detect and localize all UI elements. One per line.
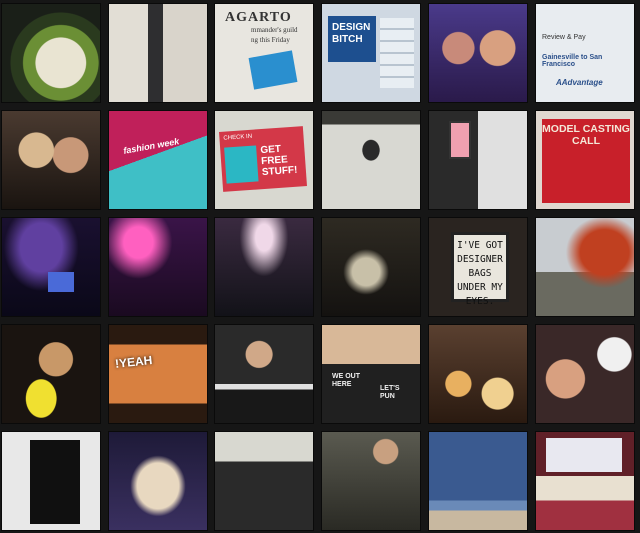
girls-tank-tops-photo[interactable]: WE OUT HERE LET'S PUN [321,324,421,424]
newsletter-line: ng this Friday [251,36,290,44]
yeah-cake-photo[interactable]: !YEAH [108,324,208,424]
designer-bags-sign-photo[interactable]: I'VE GOT DESIGNER BAGS UNDER MY EYES. [428,217,528,317]
newsletter-headline: AGARTO [225,10,292,25]
phone-collage-photo[interactable] [428,110,528,210]
airline-brand-label: AAdvantage [556,78,603,87]
airline-app-photo[interactable]: Review & Pay Gainesville to San Francisc… [535,3,635,103]
checkin-top-label: CHECK IN [223,133,253,142]
check-in-screen-photo[interactable]: CHECK IN GET FREE STUFF! [214,110,314,210]
expo-booth-photo[interactable] [108,3,208,103]
tattooed-men-photo[interactable] [321,431,421,531]
casting-title: MODEL CASTING CALL [542,123,630,147]
food-table-photo[interactable] [428,324,528,424]
checkin-main-label: GET FREE STUFF! [260,143,298,179]
heart-art-print-photo[interactable] [1,431,101,531]
salad-photo[interactable] [1,3,101,103]
newsletter-subhead: mmander's guild [251,26,298,34]
tank-top-left-text: WE OUT HERE [332,373,360,388]
bar-drinks-photo[interactable] [321,217,421,317]
newsletter-photo[interactable]: AGARTO mmander's guild ng this Friday [214,3,314,103]
airline-review-label: Review & Pay [542,34,586,41]
selfie-with-dog-photo[interactable] [535,324,635,424]
stage-laptop-photo[interactable] [1,217,101,317]
girls-selfie-photo[interactable] [1,110,101,210]
model-casting-call-photo[interactable]: MODEL CASTING CALL [535,110,635,210]
beach-horizon-photo[interactable] [428,431,528,531]
design-bitch-cards-photo[interactable]: DESIGN BITCH [321,3,421,103]
group-of-men-photo[interactable] [214,431,314,531]
dj-booth-photo[interactable] [214,324,314,424]
autumn-tree-street-photo[interactable] [535,217,635,317]
concert-crowd-photo-2[interactable] [214,217,314,317]
bedroom-painting-photo[interactable] [535,431,635,531]
design-card: DESIGN BITCH [328,16,376,62]
astronaut-drawing-photo[interactable] [321,110,421,210]
boy-holding-mask-photo[interactable] [1,324,101,424]
fashion-week-shirt-photo[interactable]: fashion week [108,110,208,210]
bone-sculpture-photo[interactable] [108,431,208,531]
airline-route-label: Gainesville to San Francisco [542,54,603,68]
concert-crowd-photo-1[interactable] [108,217,208,317]
designer-bags-sign: I'VE GOT DESIGNER BAGS UNDER MY EYES. [451,232,509,307]
couple-kiss-photo[interactable] [428,3,528,103]
tank-top-right-text: LET'S PUN [380,385,400,400]
photo-grid: AGARTO mmander's guild ng this Friday DE… [0,0,640,533]
